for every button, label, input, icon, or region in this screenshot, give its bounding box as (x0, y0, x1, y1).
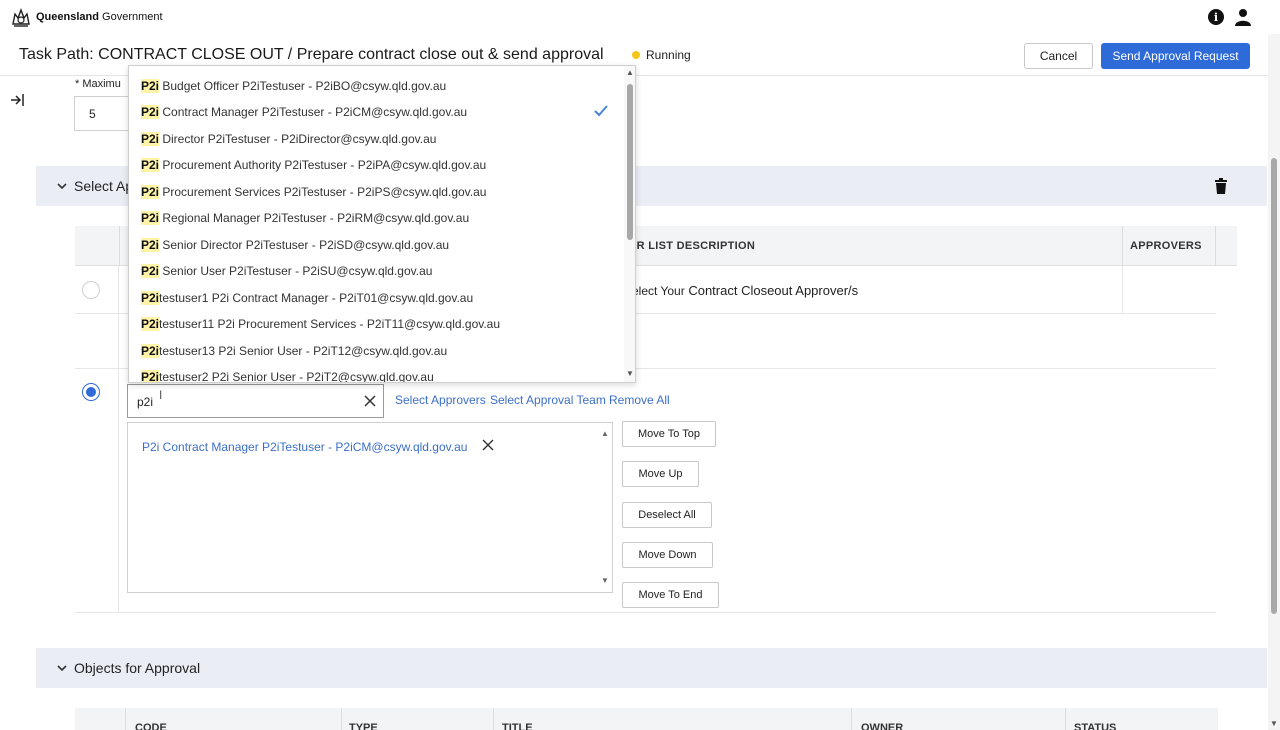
approver-search-input[interactable]: p2i (127, 384, 384, 418)
text-cursor-icon: I (159, 388, 163, 402)
page-scrollbar[interactable]: ▼ (1268, 34, 1280, 730)
column-header-owner: OWNER (861, 722, 904, 730)
status-badge: Running (632, 48, 691, 62)
selected-approver-item[interactable]: P2i Contract Manager P2iTestuser - P2iCM… (142, 440, 467, 454)
section-title: Objects for Approval (74, 660, 201, 676)
dropdown-option[interactable]: P2itestuser11 P2i Procurement Services -… (129, 311, 621, 337)
column-divider (1065, 708, 1066, 730)
dropdown-option[interactable]: P2i Director P2iTestuser - P2iDirector@c… (129, 126, 621, 152)
column-divider (1215, 226, 1216, 266)
status-text: Running (646, 48, 691, 62)
approver-search-dropdown[interactable]: P2i Budget Officer P2iTestuser - P2iBO@c… (128, 65, 636, 383)
select-approvers-link[interactable]: Select Approvers (395, 393, 486, 407)
trash-icon[interactable] (1214, 178, 1228, 194)
column-header-approvers: APPROVERS (1130, 240, 1202, 252)
send-approval-request-button[interactable]: Send Approval Request (1101, 43, 1250, 69)
dropdown-scroll-up-icon[interactable]: ▲ (626, 68, 634, 77)
dropdown-scroll-thumb[interactable] (627, 84, 633, 240)
section-title: Select Ap (74, 178, 134, 194)
column-header-type: TYPE (349, 722, 378, 730)
dropdown-option[interactable]: P2itestuser2 P2i Senior User - P2iT2@csy… (129, 364, 621, 382)
page-scroll-thumb[interactable] (1271, 158, 1277, 614)
dropdown-option-selected[interactable]: P2i Contract Manager P2iTestuser - P2iCM… (129, 99, 621, 125)
dropdown-option[interactable]: P2itestuser13 P2i Senior User - P2iT12@c… (129, 338, 621, 364)
column-header-description: ER LIST DESCRIPTION (629, 240, 756, 252)
column-header-code: CODE (135, 722, 167, 730)
row-divider (75, 612, 1216, 613)
scroll-down-icon[interactable]: ▼ (1270, 719, 1278, 728)
move-to-top-button[interactable]: Move To Top (622, 421, 716, 447)
dropdown-option[interactable]: P2i Senior Director P2iTestuser - P2iSD@… (129, 232, 621, 258)
maximum-label: * Maximu (75, 78, 121, 90)
approver-list-radio-1[interactable] (82, 281, 100, 299)
remove-approver-icon[interactable] (481, 438, 495, 452)
column-divider (118, 266, 119, 612)
dropdown-option[interactable]: P2i Procurement Authority P2iTestuser - … (129, 152, 621, 178)
chevron-down-icon[interactable] (56, 662, 68, 674)
move-down-button[interactable]: Move Down (622, 542, 713, 568)
selected-approvers-list[interactable]: P2i Contract Manager P2iTestuser - P2iCM… (127, 422, 613, 593)
dropdown-option[interactable]: P2i Regional Manager P2iTestuser - P2iRM… (129, 205, 621, 231)
objects-table-header: CODE TYPE TITLE OWNER STATUS (75, 708, 1218, 730)
gov-name: Queensland Government (36, 11, 163, 23)
expand-sidebar-icon[interactable] (9, 92, 25, 108)
column-divider (125, 708, 126, 730)
chevron-down-icon[interactable] (56, 180, 68, 192)
column-divider (851, 708, 852, 730)
column-divider (493, 708, 494, 730)
deselect-all-button[interactable]: Deselect All (622, 502, 712, 528)
page-title: Task Path: CONTRACT CLOSE OUT / Prepare … (19, 46, 604, 63)
running-dot-icon (632, 51, 640, 59)
column-header-title: TITLE (502, 722, 533, 730)
list-scroll-up-icon[interactable]: ▲ (601, 429, 609, 438)
dropdown-scroll-down-icon[interactable]: ▼ (626, 369, 634, 378)
dropdown-scrollbar[interactable]: ▲ ▼ (624, 66, 635, 382)
table-row-description: elect Your Contract Closeout Approver/s (632, 283, 859, 298)
dropdown-option[interactable]: P2itestuser1 P2i Contract Manager - P2iT… (129, 285, 621, 311)
list-scroll-down-icon[interactable]: ▼ (601, 576, 609, 585)
gov-logo[interactable]: Queensland Government (10, 6, 163, 28)
column-divider (1122, 226, 1123, 266)
column-divider (341, 708, 342, 730)
clear-search-icon[interactable] (363, 394, 377, 408)
select-approval-team-link[interactable]: Select Approval Team (490, 393, 606, 407)
info-icon[interactable]: i (1208, 9, 1224, 25)
gov-header: Queensland Government i (0, 0, 1280, 34)
dropdown-option[interactable]: P2i Procurement Services P2iTestuser - P… (129, 179, 621, 205)
column-divider (119, 226, 120, 266)
column-divider (1122, 266, 1123, 313)
user-icon[interactable] (1234, 8, 1252, 26)
dropdown-option[interactable]: P2i Senior User P2iTestuser - P2iSU@csyw… (129, 258, 621, 284)
qld-crest-icon (12, 8, 30, 27)
objects-for-approval-section-header[interactable]: Objects for Approval (36, 648, 1267, 688)
checkmark-icon (594, 105, 608, 117)
column-header-status: STATUS (1074, 722, 1117, 730)
remove-all-link[interactable]: Remove All (609, 393, 670, 407)
maximum-input[interactable]: 5 (74, 96, 130, 131)
move-up-button[interactable]: Move Up (622, 461, 699, 487)
cancel-button[interactable]: Cancel (1024, 43, 1093, 69)
approver-list-radio-2[interactable] (82, 383, 100, 401)
dropdown-option[interactable]: P2i Budget Officer P2iTestuser - P2iBO@c… (129, 73, 621, 99)
move-to-end-button[interactable]: Move To End (622, 582, 719, 608)
